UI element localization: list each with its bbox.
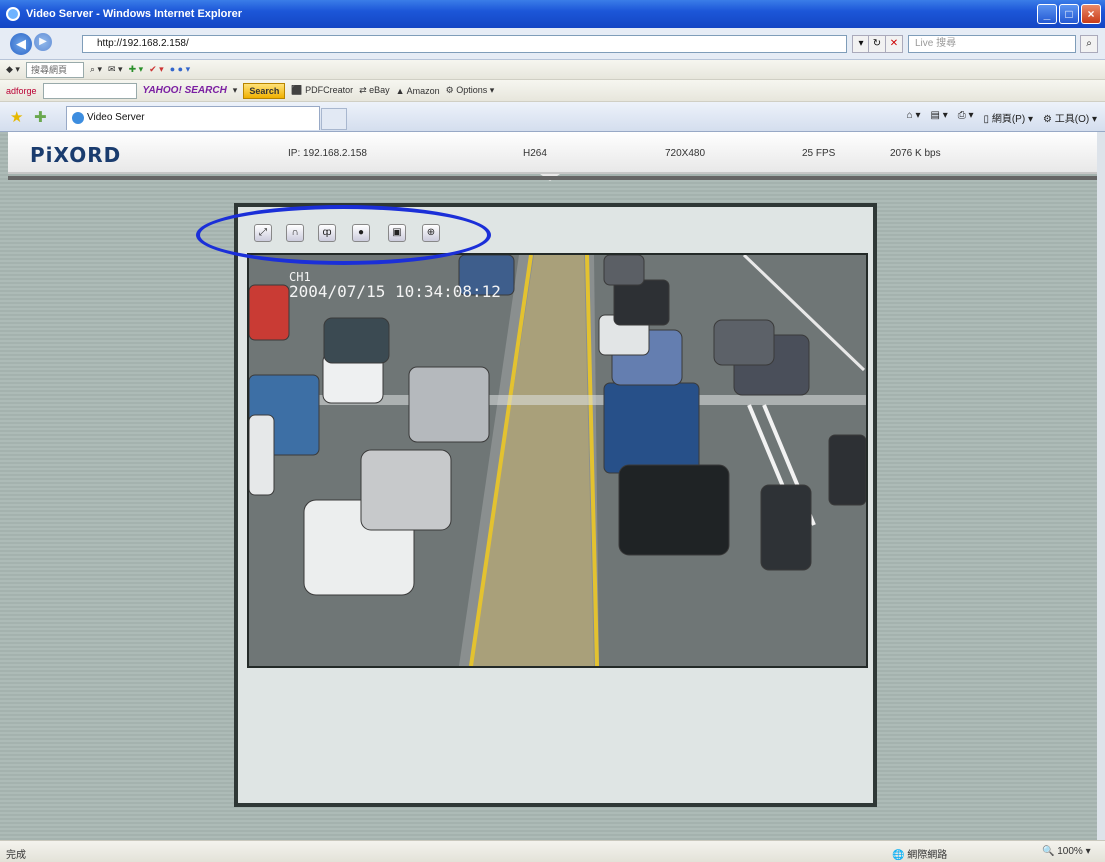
resolution-label: 720X480 xyxy=(665,148,706,159)
new-tab-button[interactable] xyxy=(321,108,347,130)
ebay-label: eBay xyxy=(369,85,390,95)
search-icon[interactable]: ⌕ xyxy=(1080,35,1098,53)
command-bar: ⌂ ▾ ▤ ▾ ⎙ ▾ ▯ 網頁(P) ▾ ⚙ 工具(O) ▾ xyxy=(907,110,1097,125)
toolbar-check-icon[interactable]: ✔ ▾ xyxy=(149,64,164,75)
status-bar: 完成 🌐 網際網路 🔍 100% ▾ xyxy=(0,840,1105,862)
toolbar-mail-icon[interactable]: ✉ ▾ xyxy=(108,64,123,75)
toolbar-help-icon[interactable]: ● ● ▾ xyxy=(170,64,190,75)
highlight-ellipse xyxy=(196,205,491,265)
yahoo-search-input[interactable] xyxy=(42,82,137,99)
forward-button[interactable]: ▶ xyxy=(34,33,52,51)
address-bar: ◀ ▶ http://192.168.2.158/ ▾ ↻ ✕ Live 搜尋 … xyxy=(0,28,1105,60)
pixord-logo: PiXORD xyxy=(30,143,122,167)
options-label: Options xyxy=(456,85,488,95)
yahoo-search-button[interactable]: Search xyxy=(243,82,286,99)
status-text: 完成 xyxy=(6,850,26,861)
page-menu[interactable]: ▯ 網頁(P) ▾ xyxy=(984,110,1033,125)
live-search-placeholder: Live 搜尋 xyxy=(915,38,957,49)
toolbar-search-text: 搜尋網頁 xyxy=(30,64,67,75)
toolbar-search-field[interactable]: 搜尋網頁 xyxy=(25,61,84,78)
fps-label: 25 FPS xyxy=(802,148,836,159)
toolbar-secondary: adforge YAHOO! SEARCH ▾ Search ⬛ PDFCrea… xyxy=(0,80,1105,102)
window-controls: _ □ × xyxy=(1037,4,1101,24)
toolbar-search-icon[interactable]: ⌕ ▾ xyxy=(90,64,102,75)
adforge-logo: adforge xyxy=(6,85,37,96)
toolbar-star-icon[interactable]: ✚ ▾ xyxy=(129,64,144,75)
amazon-label: Amazon xyxy=(406,85,440,96)
options-menu[interactable]: ⚙ Options ▾ xyxy=(446,85,495,96)
home-icon[interactable]: ⌂ ▾ xyxy=(907,110,921,125)
ebay-link[interactable]: ⇄ eBay xyxy=(359,85,390,96)
pdfcreator-link[interactable]: ⬛ PDFCreator xyxy=(291,85,353,96)
page-menu-label: 網頁(P) xyxy=(991,114,1026,125)
video-stream[interactable]: 2004/07/15 10:34:08:12 CH1 xyxy=(247,253,868,668)
tools-menu[interactable]: ⚙ 工具(O) ▾ xyxy=(1043,110,1097,125)
bitrate-label: 2076 K bps xyxy=(890,148,941,159)
tools-menu-label: 工具(O) xyxy=(1054,114,1090,125)
tab-title: Video Server xyxy=(87,112,145,123)
back-button[interactable]: ◀ xyxy=(10,33,32,55)
camera-header: PiXORD IP: 192.168.2.158 H264 720X480 25… xyxy=(8,132,1097,174)
ie-icon xyxy=(6,7,20,21)
favorites-star-icon[interactable]: ★ xyxy=(10,108,23,126)
add-favorites-icon[interactable]: ✚ xyxy=(34,108,47,126)
ip-label: IP: 192.168.2.158 xyxy=(288,148,367,159)
yahoo-dropdown-icon[interactable]: ▾ xyxy=(233,85,238,96)
video-timestamp: 2004/07/15 10:34:08:12 xyxy=(289,282,501,301)
window-title: Video Server - Windows Internet Explorer xyxy=(26,8,243,20)
page-content: PiXORD IP: 192.168.2.158 H264 720X480 25… xyxy=(0,132,1105,840)
toolbar-logo-icon[interactable]: ◆ ▾ xyxy=(6,64,20,75)
zoom-label: 100% xyxy=(1057,846,1083,857)
url-field[interactable]: http://192.168.2.158/ xyxy=(82,35,847,53)
url-text: http://192.168.2.158/ xyxy=(97,38,189,49)
window-title-bar: Video Server - Windows Internet Explorer… xyxy=(0,0,1105,28)
tab-video-server[interactable]: Video Server xyxy=(66,106,320,130)
close-button[interactable]: × xyxy=(1081,4,1101,24)
video-channel: CH1 xyxy=(289,270,311,284)
yahoo-search-label: YAHOO! SEARCH xyxy=(142,85,227,96)
traffic-video-frame: 2004/07/15 10:34:08:12 CH1 xyxy=(249,255,866,666)
zoom-level[interactable]: 🔍 100% ▾ xyxy=(1042,846,1091,857)
feeds-icon[interactable]: ▤ ▾ xyxy=(930,110,947,125)
print-icon[interactable]: ⎙ ▾ xyxy=(958,110,974,125)
maximize-button[interactable]: □ xyxy=(1059,4,1079,24)
live-search-input[interactable]: Live 搜尋 xyxy=(908,35,1076,53)
security-zone-label: 網際網路 xyxy=(907,850,948,861)
toolbar-primary: ◆ ▾ 搜尋網頁 ⌕ ▾ ✉ ▾ ✚ ▾ ✔ ▾ ● ● ▾ xyxy=(0,60,1105,80)
minimize-button[interactable]: _ xyxy=(1037,4,1057,24)
header-divider xyxy=(8,176,1097,180)
video-panel: ⤢ ∩ ȹ ● ▣ ⊕ 2004/07/15 10:34:08:12 CH1 xyxy=(234,203,877,807)
page-scrollbar[interactable] xyxy=(1097,132,1105,840)
security-zone[interactable]: 🌐 網際網路 xyxy=(892,846,947,861)
stop-icon[interactable]: ✕ xyxy=(885,35,903,53)
pdfcreator-label: PDFCreator xyxy=(305,85,354,95)
codec-label: H264 xyxy=(523,148,547,159)
tab-bar: ★ ✚ Video Server ⌂ ▾ ▤ ▾ ⎙ ▾ ▯ 網頁(P) ▾ ⚙… xyxy=(0,102,1105,132)
amazon-link[interactable]: ▲ Amazon xyxy=(396,86,440,96)
refresh-icon[interactable]: ↻ xyxy=(868,35,886,53)
tab-ie-icon xyxy=(72,112,84,124)
